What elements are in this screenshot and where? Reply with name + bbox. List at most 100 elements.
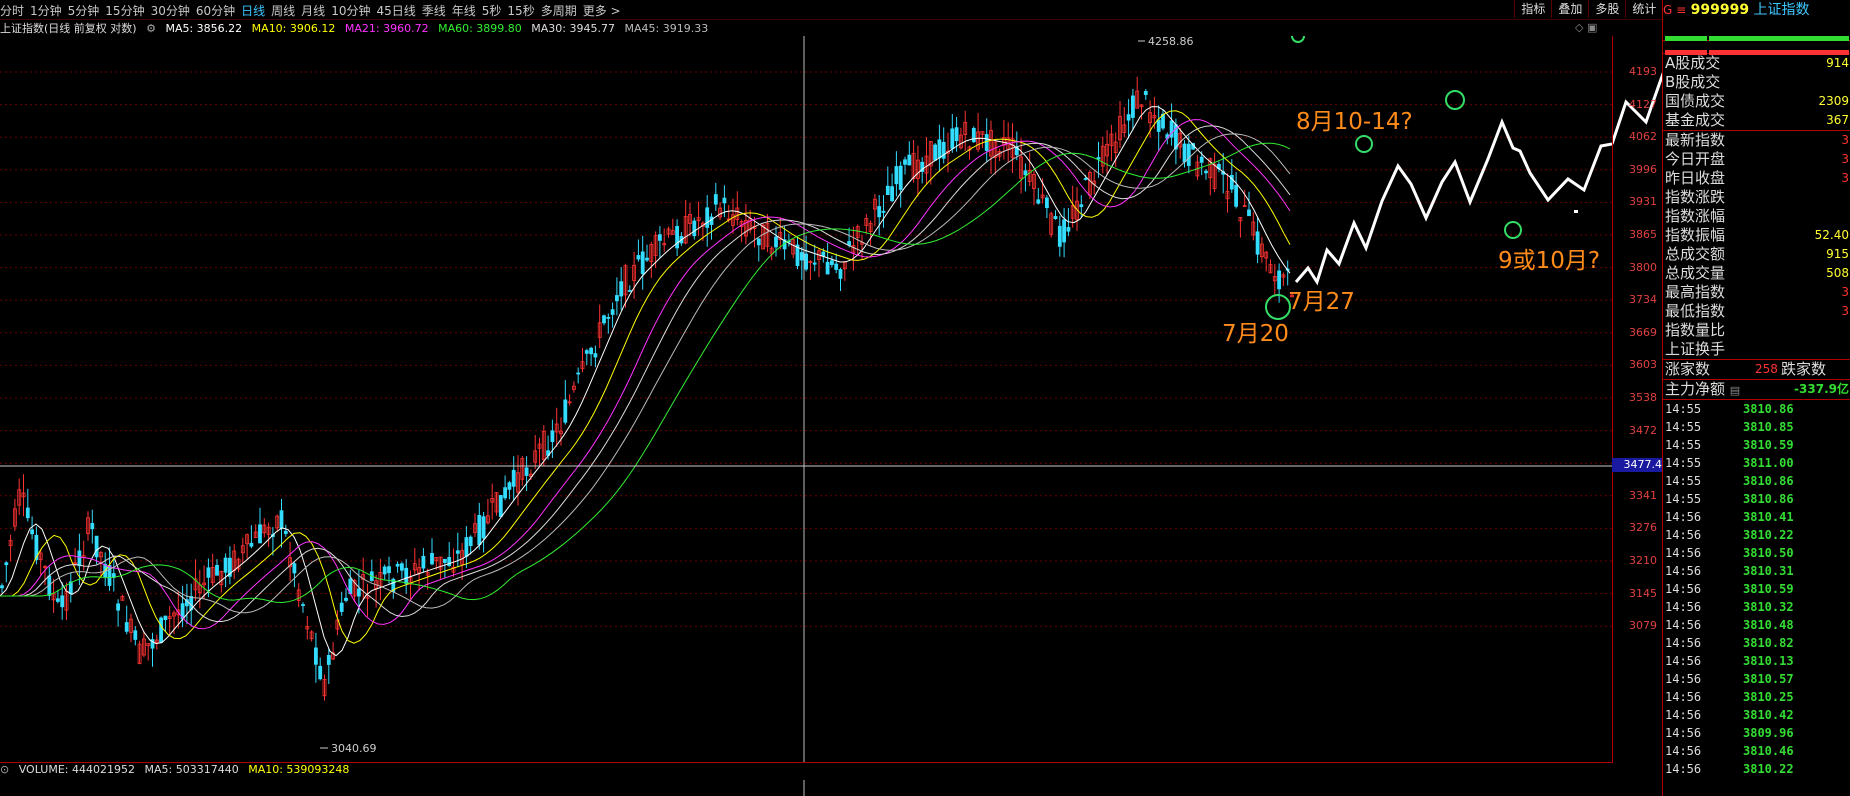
price-tick: 4062 [1629,130,1657,144]
tick-price: 3810.32 [1743,600,1794,614]
tick-time: 14:56 [1665,600,1702,614]
ma21-line [0,119,1291,630]
tab-period-15[interactable]: 多周期 [541,2,577,19]
volume-label: VOLUME: 444021952 [18,763,135,776]
volume-header: ⊙ VOLUME: 444021952 MA5: 503317440 MA10:… [0,762,1612,781]
price-tick: 3472 [1629,423,1657,437]
candle-body [442,558,447,563]
candle-body [619,281,624,297]
tick-row: 14:55 3810.85 [1663,418,1850,436]
ma30-label: MA30: 3945.77 [531,22,615,35]
tab-period-10[interactable]: 45日线 [376,2,415,19]
stat-row: 指数振幅 52.40 [1663,226,1850,245]
price-tick: 3865 [1629,228,1657,241]
stat-label: 基金成交 [1665,111,1726,129]
candle-body [1143,91,1148,95]
price-grid [0,71,1612,627]
tick-price: 3810.57 [1743,672,1794,686]
ma21-label: MA21: 3960.72 [344,22,429,35]
candle-body [692,220,697,237]
candle-body [1247,209,1251,217]
candle-body [481,516,486,539]
tick-row: 14:55 3810.59 [1663,436,1850,454]
price-tick: 3800 [1629,260,1657,274]
candle-body [1126,114,1131,121]
fall-label: 跌家数 [1781,360,1827,378]
tab-period-7[interactable]: 周线 [271,2,295,19]
chart-corner-icons[interactable]: ◇ ▣ [1575,21,1597,34]
candle-body [675,226,679,249]
stat-row: 指数涨幅 [1663,207,1850,226]
candle-body [1204,170,1208,174]
tab-period-16[interactable]: 更多 > [583,2,621,19]
candle-body [877,206,882,218]
tick-row: 14:56 3810.22 [1663,760,1850,778]
stat-value: 3 [1841,152,1849,166]
tick-time: 14:56 [1665,636,1702,650]
candle-body [94,535,99,558]
candle-body [1057,225,1062,247]
tab-period-6[interactable]: 日线 [241,2,265,19]
tick-list[interactable]: 14:55 3810.86 14:55 3810.85 14:55 3810.59 14:5… [1663,399,1850,778]
stat-label: 指数量比 [1665,321,1726,339]
tick-price: 3810.86 [1743,492,1794,506]
volume-collapse-icon[interactable]: ⊙ [0,763,9,776]
candle-body [339,602,344,612]
tick-row: 14:56 3810.57 [1663,670,1850,688]
tick-price: 3810.59 [1743,438,1794,452]
netflow-icon[interactable]: ▤ [1730,384,1740,397]
candle-body [821,251,826,257]
tab-period-4[interactable]: 30分钟 [151,2,190,19]
tab-period-14[interactable]: 15秒 [507,2,534,19]
tick-time: 14:56 [1665,708,1702,722]
tick-price: 3810.42 [1743,708,1794,722]
candle-body [812,262,817,265]
candle-body [984,134,989,151]
candle-body [4,562,9,566]
tool-button-0[interactable]: 指标 [1514,0,1551,18]
tab-period-12[interactable]: 年线 [452,2,476,19]
tick-price: 3810.85 [1743,420,1794,434]
tick-row: 14:56 3810.32 [1663,598,1850,616]
tick-row: 14:56 3810.59 [1663,580,1850,598]
tick-time: 14:56 [1665,528,1702,542]
kline-chart[interactable]: 4258.86 3040.69 [0,36,1612,763]
stat-value: 3 [1841,304,1849,318]
tick-price: 3810.46 [1743,744,1794,758]
candle-body [313,647,318,665]
tab-period-2[interactable]: 5分钟 [68,2,100,19]
tick-price: 3810.82 [1743,636,1794,650]
tab-period-11[interactable]: 季线 [422,2,446,19]
candle-body [301,604,305,606]
quote-panel: G ≡ 999999 上证指数 A股成交 914 B股成交 国债成交 2309 基金成交 3… [1662,0,1850,796]
settings-icon[interactable]: ⚙ [146,22,156,35]
candle-body [292,563,297,574]
candle-body [1156,119,1161,132]
tab-period-9[interactable]: 10分钟 [331,2,370,19]
stat-value: 2309 [1818,94,1849,108]
candle-body [602,315,606,324]
marker-circle-sep [1504,221,1522,239]
tab-period-5[interactable]: 60分钟 [196,2,235,19]
tick-row: 14:56 3810.46 [1663,742,1850,760]
candle-body [1199,156,1204,163]
tick-price: 3810.59 [1743,582,1794,596]
candle-body [90,523,95,530]
stat-label: 最新指数 [1665,131,1726,149]
candle-body [163,615,168,621]
annotation-sep: 9或10月? [1498,248,1601,274]
tick-time: 14:55 [1665,420,1702,434]
candle-body [563,399,568,423]
candle-body [56,598,60,602]
candle-body [503,487,508,499]
candle-body [898,165,903,190]
tab-period-13[interactable]: 5秒 [482,2,502,19]
tab-period-0[interactable]: 分时 [0,2,24,19]
tool-button-1[interactable]: 叠加 [1551,0,1588,18]
tab-period-8[interactable]: 月线 [301,2,325,19]
tab-period-1[interactable]: 1分钟 [30,2,62,19]
candle-body [584,350,589,354]
stat-label: 国债成交 [1665,92,1726,110]
tab-period-3[interactable]: 15分钟 [105,2,144,19]
low-label: 3040.69 [331,742,377,755]
